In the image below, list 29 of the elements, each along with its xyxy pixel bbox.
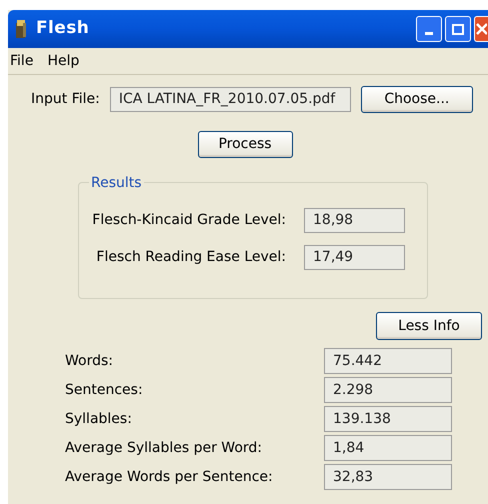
minimize-icon	[425, 32, 433, 35]
process-button[interactable]: Process	[198, 131, 292, 158]
result-field: 17,49	[304, 245, 405, 270]
stat-field: 2.298	[324, 377, 452, 403]
menu-item[interactable]: Help	[47, 50, 80, 72]
maximize-button[interactable]	[445, 16, 471, 42]
choose-button[interactable]: Choose...	[360, 86, 473, 113]
stat-label: Average Syllables per Word:	[65, 438, 264, 458]
close-icon	[475, 22, 487, 36]
close-button[interactable]	[474, 16, 488, 42]
file-path-field[interactable]: ICA LATINA_FR_2010.07.05.pdf	[110, 87, 351, 112]
stat-field: 75.442	[324, 348, 452, 374]
stat-field: 1,84	[324, 435, 452, 461]
stat-label: Sentences:	[65, 380, 144, 400]
stat-label: Words:	[65, 352, 114, 370]
less-info-button[interactable]: Less Info	[376, 312, 482, 340]
menu-item[interactable]: File	[10, 50, 34, 72]
stat-label: Average Words per Sentence:	[65, 468, 274, 486]
result-label: Flesch Reading Ease Level:	[96, 248, 286, 267]
window-title: Flesh	[36, 17, 90, 40]
stat-field: 32,83	[324, 464, 452, 490]
result-field: 18,98	[304, 208, 405, 233]
minimize-button[interactable]	[416, 16, 442, 42]
result-label: Flesch-Kincaid Grade Level:	[92, 211, 286, 230]
app-icon	[14, 19, 28, 39]
stat-label: Syllables:	[65, 410, 133, 428]
stat-field: 139.138	[324, 406, 452, 432]
input-file-label: Input File:	[31, 90, 100, 109]
maximize-icon	[452, 24, 464, 34]
